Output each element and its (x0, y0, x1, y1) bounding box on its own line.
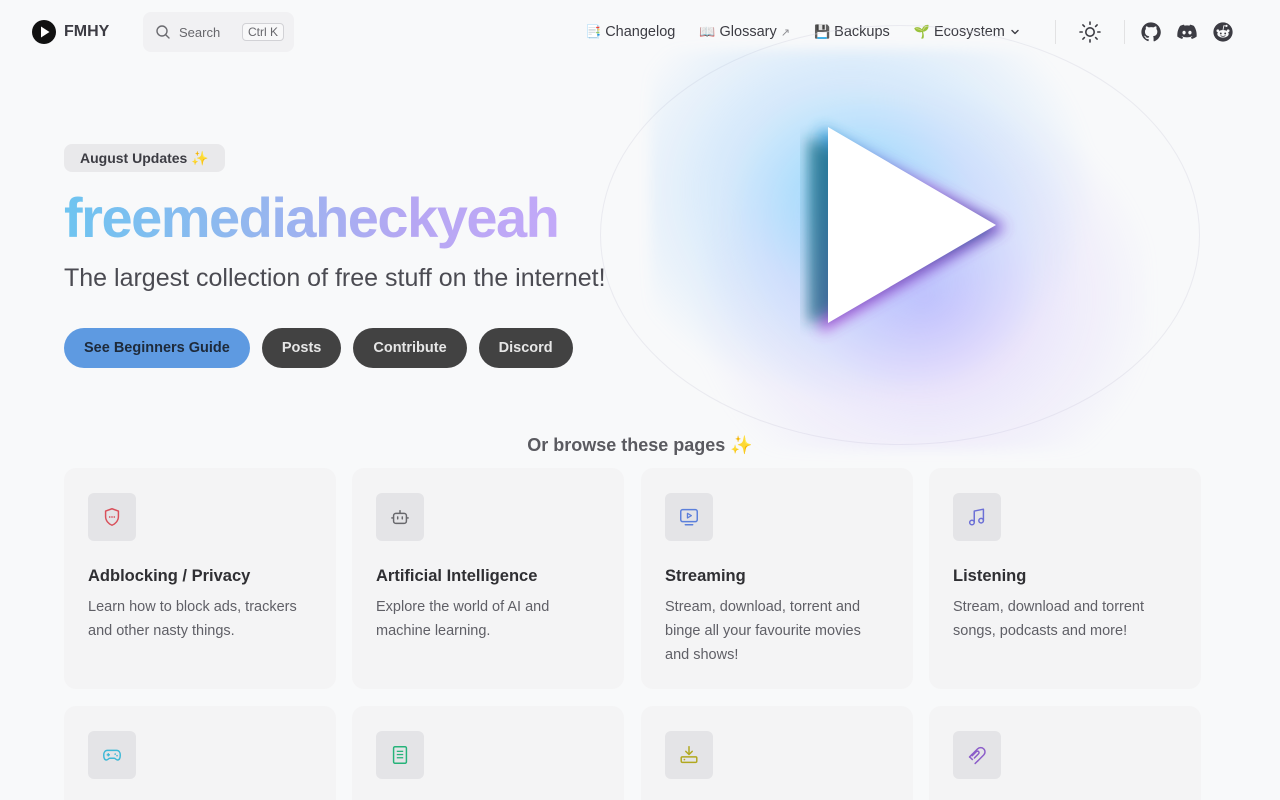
brand-name: FMHY (64, 23, 110, 40)
brand-home-link[interactable]: FMHY (32, 20, 109, 44)
card-title: Adblocking / Privacy (88, 567, 251, 585)
github-icon (1141, 22, 1161, 42)
nav-divider (1055, 20, 1056, 44)
feature-card-adblocking-privacy[interactable]: Adblocking / Privacy Learn how to block … (64, 468, 336, 689)
download-tray-icon (680, 746, 698, 764)
robot-icon (391, 510, 409, 525)
card-icon-box (376, 731, 424, 779)
reddit-link[interactable] (1211, 20, 1235, 44)
search-button[interactable]: Search Ctrl K (143, 12, 294, 52)
feature-card-listening[interactable]: Listening Stream, download and torrent s… (929, 468, 1201, 689)
nav-link-glossary[interactable]: 📖 Glossary ↗ (699, 20, 790, 44)
card-icon-box (376, 493, 424, 541)
announcement-badge[interactable]: August Updates ✨ (64, 144, 225, 172)
card-title: Artificial Intelligence (376, 567, 538, 585)
tv-play-icon (680, 508, 698, 526)
beginners-guide-button[interactable]: See Beginners Guide (64, 328, 250, 368)
card-description: Learn how to block ads, trackers and oth… (88, 599, 297, 639)
search-label: Search (179, 24, 221, 40)
hero-title: freemediaheckyeah (64, 186, 560, 249)
contribute-button[interactable]: Contribute (353, 328, 467, 368)
discord-icon (1177, 24, 1197, 39)
hero-tagline: The largest collection of free stuff on … (64, 264, 606, 292)
nav-link-label: Glossary (719, 24, 777, 40)
open-book-icon: 📖 (699, 24, 716, 39)
hero-actions: See Beginners Guide Posts Contribute Dis… (64, 328, 573, 368)
card-icon-box (88, 731, 136, 779)
card-title: Streaming (665, 567, 746, 585)
book-icon (392, 746, 408, 764)
play-logo-icon (32, 20, 56, 44)
nav-divider (1124, 20, 1125, 44)
feature-card-gaming[interactable] (64, 706, 336, 800)
discord-button[interactable]: Discord (478, 328, 573, 368)
music-note-icon (968, 508, 985, 526)
sun-icon (1079, 21, 1101, 43)
feature-card-streaming[interactable]: Streaming Stream, download, torrent and … (641, 468, 913, 689)
hero-play-logo-icon (808, 127, 1006, 333)
search-shortcut-hint: Ctrl K (242, 23, 284, 41)
external-link-icon: ↗ (780, 26, 790, 39)
card-icon-box (953, 731, 1001, 779)
gamepad-icon (103, 749, 121, 761)
card-description: Stream, download, torrent and binge all … (665, 599, 861, 663)
card-description: Stream, download and torrent songs, podc… (953, 599, 1145, 639)
search-icon (156, 25, 170, 39)
card-icon-box (665, 731, 713, 779)
reddit-icon (1213, 22, 1233, 42)
shield-icon (104, 508, 120, 526)
card-icon-box (665, 493, 713, 541)
card-icon-box (953, 493, 1001, 541)
feature-card-artificial-intelligence[interactable]: Artificial Intelligence Explore the worl… (352, 468, 624, 689)
github-link[interactable] (1139, 20, 1163, 44)
bookmark-tabs-icon: 📑 (585, 24, 602, 39)
feature-card-reading[interactable] (352, 706, 624, 800)
feature-card-torrenting[interactable] (929, 706, 1201, 800)
chevron-down-icon (1011, 29, 1019, 35)
nav-link-changelog[interactable]: 📑 Changelog (585, 20, 675, 44)
magnet-icon (968, 746, 986, 765)
card-description: Explore the world of AI and machine lear… (376, 599, 550, 639)
feature-card-downloading[interactable] (641, 706, 913, 800)
nav-link-label: Changelog (605, 24, 676, 40)
posts-button[interactable]: Posts (261, 328, 342, 368)
card-icon-box (88, 493, 136, 541)
browse-heading: Or browse these pages ✨ (527, 435, 753, 455)
theme-toggle-button[interactable] (1078, 20, 1102, 44)
card-title: Listening (953, 567, 1027, 585)
discord-link[interactable] (1175, 20, 1199, 44)
